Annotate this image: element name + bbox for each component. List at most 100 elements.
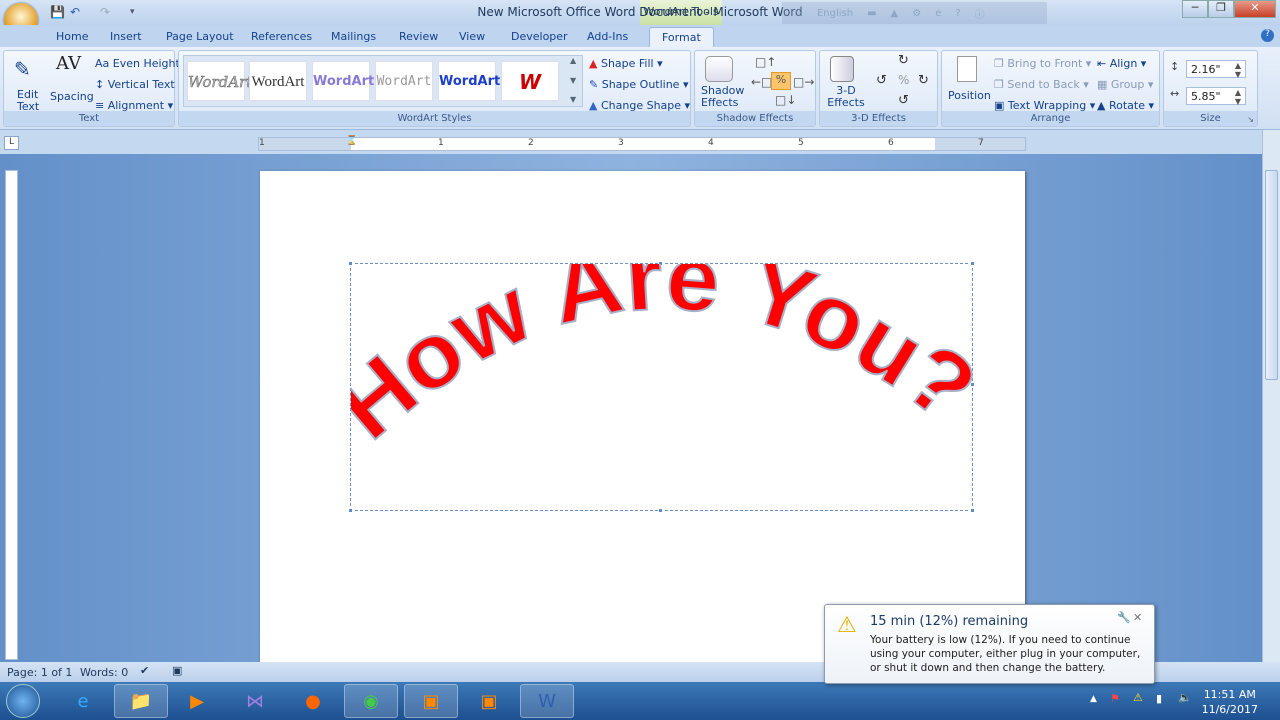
customize-qat-icon[interactable]: ▾ (130, 7, 135, 17)
scrollbar-thumb[interactable] (1265, 170, 1278, 380)
size-label: Size (1164, 111, 1257, 126)
ie-icon[interactable]: e (935, 8, 941, 19)
tab-insert[interactable]: Insert (110, 30, 142, 43)
spacing-button[interactable]: Spacing (50, 90, 94, 103)
word-icon[interactable]: W (520, 684, 574, 718)
edit-text-button[interactable]: Edit Text (17, 89, 39, 113)
minimize-button[interactable]: ─ (1182, 0, 1208, 18)
screen-recorder-icon[interactable]: ▣ (404, 684, 458, 718)
firefox-icon[interactable]: ● (286, 684, 340, 718)
macro-icon[interactable]: ▣ (172, 664, 182, 677)
edit-text-icon: ✎ (14, 57, 31, 81)
maximize-button[interactable]: ❐ (1208, 0, 1234, 18)
shadow-toggle-icon[interactable]: % (771, 72, 791, 90)
undo-icon[interactable]: ↶ (70, 5, 80, 19)
vertical-ruler[interactable] (5, 170, 18, 660)
even-height-button[interactable]: Aa Even Height (95, 57, 180, 70)
ruler-number: 6 (888, 138, 894, 148)
screenshot-icon[interactable]: ▣ (462, 684, 516, 718)
3d-effects-button[interactable]: 3-D Effects (824, 85, 868, 109)
start-button[interactable] (6, 684, 40, 718)
language-indicator[interactable]: English (817, 8, 853, 19)
width-spinner[interactable]: 5.85" ▲ ▼ (1186, 87, 1246, 106)
tab-home[interactable]: Home (56, 30, 88, 43)
shape-fill-button[interactable]: ▲ Shape Fill ▾ (589, 57, 663, 70)
wordart-style-6[interactable]: W (501, 61, 559, 101)
position-button[interactable]: Position (948, 89, 991, 102)
chrome-icon[interactable]: ◉ (344, 684, 398, 718)
height-spinner[interactable]: 2.16" ▲ ▼ (1186, 60, 1246, 79)
horizontal-ruler[interactable]: 1 1 2 3 4 5 6 7 ⌛ (258, 136, 1026, 151)
size-dialog-launcher[interactable]: ↘ (1247, 115, 1254, 124)
nudge-shadow-left-icon[interactable]: ←□ (751, 75, 772, 89)
notification-title: 15 min (12%) remaining (870, 614, 1029, 629)
wordart-style-3[interactable]: WordArt (312, 61, 374, 101)
align-button[interactable]: ⇤ Align ▾ (1097, 57, 1146, 70)
tilt-up-icon[interactable]: ↻ (898, 53, 909, 68)
settings-icon[interactable]: ⚙ (912, 8, 921, 19)
tab-view[interactable]: View (459, 30, 485, 43)
internet-explorer-icon[interactable]: e (56, 684, 110, 718)
nudge-shadow-up-icon[interactable]: □↑ (755, 55, 776, 69)
close-icon[interactable]: ✕ (1133, 611, 1142, 624)
wordart-style-1[interactable]: WordArt (187, 61, 252, 101)
clock[interactable]: 11:51 AM 11/6/2017 (1202, 687, 1258, 717)
3d-toggle-icon[interactable]: % (898, 73, 909, 87)
action-center-icon[interactable]: ⚑ (1110, 692, 1120, 705)
wordart-object[interactable]: How Are You? (351, 264, 974, 512)
vertical-scrollbar[interactable] (1262, 130, 1280, 662)
ime-icon[interactable]: ♨ (794, 8, 803, 19)
settings-icon[interactable]: 🔧 (1117, 611, 1131, 624)
tab-page-layout[interactable]: Page Layout (166, 30, 234, 43)
bring-to-front-button[interactable]: ❐ Bring to Front ▾ (994, 57, 1091, 70)
wordart-style-4[interactable]: WordArt (375, 61, 433, 101)
tab-references[interactable]: References (251, 30, 312, 43)
shadow-effects-button[interactable]: Shadow Effects (701, 85, 745, 109)
redo-icon[interactable]: ↷ (100, 5, 110, 19)
group-button[interactable]: ▦ Group ▾ (1097, 78, 1153, 91)
tab-review[interactable]: Review (399, 30, 438, 43)
battery-notification[interactable]: ⚠ 15 min (12%) remaining Your battery is… (824, 604, 1155, 684)
help-icon[interactable]: ? (1261, 29, 1274, 42)
height-icon: ↕ (1170, 60, 1180, 73)
proofing-icon[interactable]: ✔ (140, 664, 149, 677)
media-player-icon[interactable]: ▶ (170, 684, 224, 718)
tab-add-ins[interactable]: Add-Ins (587, 30, 628, 43)
wordart-selection[interactable]: How Are You? (348, 261, 975, 513)
wordart-style-5[interactable]: WordArt (438, 61, 500, 101)
nudge-shadow-down-icon[interactable]: □↓ (775, 93, 796, 107)
file-explorer-icon[interactable]: 📁 (114, 684, 168, 718)
shape-outline-button[interactable]: ✎ Shape Outline ▾ (589, 78, 689, 91)
tilt-left-icon[interactable]: ↺ (876, 73, 887, 88)
tool-icon[interactable]: ▲ (891, 8, 899, 19)
tab-selector[interactable]: L (4, 136, 19, 150)
gallery-scroll-down[interactable]: ▼ (570, 76, 576, 85)
gallery-scroll-up[interactable]: ▲ (570, 56, 576, 65)
close-button[interactable]: ✕ (1234, 0, 1276, 18)
ruler-number: 3 (618, 138, 624, 148)
window-title: New Microsoft Office Word Document - Mic… (477, 5, 803, 19)
nudge-shadow-right-icon[interactable]: □→ (793, 75, 814, 89)
indent-marker[interactable]: ⌛ (346, 136, 357, 146)
tab-developer[interactable]: Developer (511, 30, 568, 43)
wordart-style-2[interactable]: WordArt (249, 61, 307, 101)
tilt-down-icon[interactable]: ↺ (898, 93, 909, 108)
battery-warning-icon[interactable]: ⚠ (1133, 691, 1143, 704)
send-to-back-button[interactable]: ❐ Send to Back ▾ (994, 78, 1089, 91)
gallery-more[interactable]: ▼ (570, 95, 576, 104)
tab-mailings[interactable]: Mailings (331, 30, 376, 43)
word-count[interactable]: Words: 0 (80, 666, 128, 679)
visual-studio-icon[interactable]: ⋈ (228, 684, 282, 718)
tab-format[interactable]: Format (649, 27, 714, 48)
save-icon[interactable]: 💾 (50, 5, 65, 19)
info-icon[interactable]: ⓘ (975, 6, 985, 21)
show-hidden-icons[interactable]: ▲ (1090, 694, 1097, 704)
help-icon[interactable]: ? (955, 8, 960, 19)
volume-icon[interactable]: 🔈 (1178, 691, 1192, 704)
network-icon[interactable]: ▮ (1156, 692, 1162, 705)
document-page[interactable]: How Are You? (260, 171, 1025, 671)
tilt-right-icon[interactable]: ↻ (918, 73, 929, 88)
page-indicator[interactable]: Page: 1 of 1 (7, 666, 72, 679)
vertical-text-button[interactable]: ↕ Vertical Text (95, 78, 175, 91)
keyboard-icon[interactable]: ▬ (867, 8, 876, 19)
